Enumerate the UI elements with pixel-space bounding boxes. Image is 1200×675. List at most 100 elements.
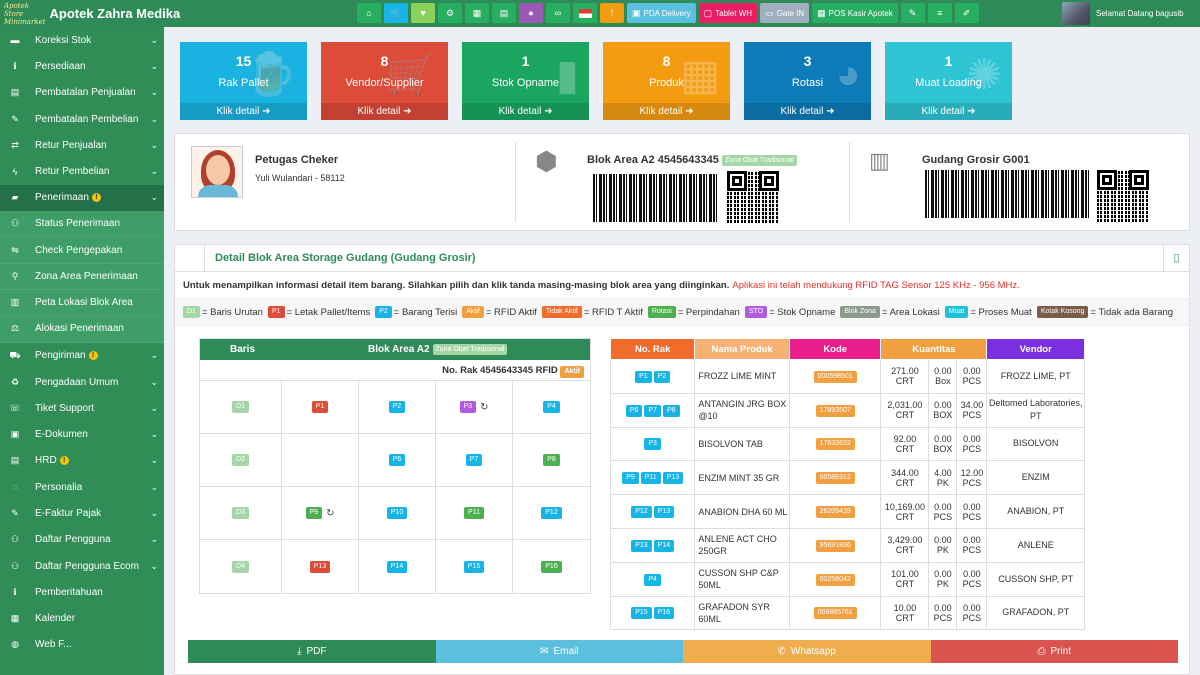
rack-cell[interactable]: P1 [282, 381, 359, 433]
rak-badge[interactable]: P6 [625, 404, 643, 417]
sidebar-item-pengiriman[interactable]: ⛟ Pengiriman! ⌄ [0, 343, 164, 369]
rak-badge[interactable]: P13 [631, 539, 652, 552]
rak-badge[interactable]: P16 [653, 607, 675, 620]
pallet-badge[interactable]: P15 [463, 560, 485, 573]
sidebar-item-retur-pembelian[interactable]: ϟ Retur Pembelian ⌄ [0, 158, 164, 184]
table-row[interactable]: P13 P14 ANLENE ACT CHO 250GR 95691836 3,429.… [609, 527, 1085, 563]
sidebar-item-personalia[interactable]: ◌ Personalia ⌄ [0, 474, 164, 500]
sidebar-item-penerimaan[interactable]: ▰ Penerimaan! ⌄ [0, 184, 164, 212]
pallet-badge[interactable]: P6 [388, 454, 406, 466]
rack-cell[interactable]: P8 [513, 434, 590, 486]
pallet-badge[interactable]: P10 [386, 507, 408, 519]
cart-button[interactable]: 🛒 [384, 3, 408, 23]
pdf-button[interactable]: ⤓ PDF [188, 640, 436, 663]
rack-cell[interactable]: P6 [359, 434, 436, 486]
rack-cell[interactable]: P2 [359, 381, 436, 433]
tile-detail-link[interactable]: Klik detail ➜ [744, 103, 871, 120]
rack-cell[interactable]: D1 [200, 381, 282, 433]
whatsapp-button[interactable]: ✆ Whatsapp [683, 640, 931, 663]
tile-detail-link[interactable]: Klik detail ➜ [603, 103, 730, 120]
sidebar-item-peta-lokasi-blok-area[interactable]: ▥ Peta Lokasi Blok Area [0, 289, 164, 317]
pallet-badge[interactable]: P9 [305, 507, 323, 519]
user-menu[interactable]: Selamat Datang bagusib [1062, 2, 1184, 25]
sidebar-item-kalender[interactable]: ▦ Kalender [0, 606, 164, 632]
sidebar-item-koreksi-stok[interactable]: ▬ Koreksi Stok ⌄ [0, 27, 164, 53]
pallet-badge[interactable]: D1 [232, 401, 249, 413]
sidebar-item-daftar-pengguna[interactable]: ⚇ Daftar Pengguna ⌄ [0, 527, 164, 553]
list-button[interactable]: ≡ [927, 3, 952, 23]
pallet-badge[interactable]: P11 [464, 507, 484, 519]
rak-badge[interactable]: P11 [640, 472, 661, 485]
alert-button[interactable]: ! [600, 3, 624, 23]
column-header[interactable]: Nama Produk [694, 338, 790, 360]
language-button[interactable] [573, 3, 597, 23]
rack-cell[interactable]: P12 [513, 487, 590, 539]
rak-badge[interactable]: P3 [644, 438, 661, 451]
sidebar-item-persediaan[interactable]: ℹ Persediaan ⌄ [0, 53, 164, 79]
tile-produk[interactable]: ▦ 8 Produk Klik detail ➜ [603, 42, 730, 120]
pda-delivery-button[interactable]: ▣ PDA Delivery [627, 3, 696, 23]
column-header[interactable]: No. Rak [609, 338, 696, 360]
rak-badge[interactable]: P1 [635, 370, 652, 383]
sidebar-item-hrd[interactable]: ▤ HRD! ⌄ [0, 448, 164, 474]
table-row[interactable]: P4 CUSSON SHP C&P 50ML 00258042 101.00 CRT 0.… [609, 561, 1085, 597]
home-button[interactable]: ⌂ [357, 3, 381, 23]
sidebar-item-e-dokumen[interactable]: ▣ E-Dokumen ⌄ [0, 421, 164, 447]
pallet-badge[interactable]: D4 [232, 560, 249, 573]
rack-cell[interactable]: P3 ↻ [436, 381, 513, 433]
link-button[interactable]: ∞ [546, 3, 570, 23]
table-row[interactable]: P1 P2 FROZZ LIME MINT 000598501 271.00 CRT 0.0… [609, 359, 1085, 394]
rack-cell[interactable]: D3 [200, 487, 282, 539]
table-row[interactable]: P15 P16 GRAFADON SYR 60ML 008865761 10.00 CRT… [609, 595, 1085, 631]
tile-vendor-supplier[interactable]: 🛒 8 Vendor/Supplier Klik detail ➜ [321, 42, 448, 120]
tile-stok-opname[interactable]: ▮ 1 Stok Opname Klik detail ➜ [462, 42, 589, 120]
rak-badge[interactable]: P15 [631, 607, 652, 620]
rack-cell[interactable]: P16 [513, 540, 590, 593]
table-row[interactable]: P6 P7 P8 ANTANGIN JRG BOX @10 17893507 2,031.… [609, 392, 1085, 428]
tablet-wh-button[interactable]: ▢ Tablet WH [698, 3, 758, 23]
rack-cell[interactable]: P13 [282, 540, 359, 593]
table-row[interactable]: P9 P11 P13 ENZIM MINT 35 GR 00588312 344.00 CR… [609, 460, 1085, 496]
pos-kasir-button[interactable]: ▦ POS Kasir Apotek [812, 3, 898, 23]
sidebar-item-zona-area-penerimaan[interactable]: ⚲ Zona Area Penerimaan [0, 263, 164, 290]
mobile-icon[interactable]: ▯ [1163, 245, 1189, 271]
brand[interactable]: Apotek Store Minimarket Apotek Zahra Med… [0, 0, 180, 27]
pallet-badge[interactable]: P8 [543, 454, 560, 466]
pallet-badge[interactable]: D2 [232, 454, 249, 466]
favorite-button[interactable]: ♥ [411, 3, 435, 23]
rak-badge[interactable]: P14 [653, 539, 675, 552]
rak-badge[interactable]: P13 [653, 506, 675, 519]
column-header[interactable]: Vendor [986, 338, 1085, 360]
tile-muat-loading[interactable]: ✺ 1 Muat Loading Klik detail ➜ [885, 42, 1012, 120]
email-button[interactable]: ✉ Email [435, 640, 683, 663]
rack-cell[interactable]: P11 [436, 487, 513, 539]
rack-cell[interactable]: P14 [359, 540, 436, 593]
rak-badge[interactable]: P9 [622, 472, 639, 485]
pallet-badge[interactable]: P3 [459, 401, 477, 413]
pallet-badge[interactable]: P2 [388, 401, 406, 413]
tile-detail-link[interactable]: Klik detail ➜ [180, 103, 307, 120]
rack-cell[interactable]: P15 [436, 540, 513, 593]
tile-rotasi[interactable]: ◕ 3 Rotasi Klik detail ➜ [744, 42, 871, 120]
rack-cell[interactable] [282, 434, 359, 486]
rack-cell[interactable]: P7 [436, 434, 513, 486]
tools-button[interactable]: ✎ [900, 3, 925, 23]
print-button[interactable]: ⎙ Print [930, 640, 1178, 663]
pallet-badge[interactable]: P1 [311, 401, 329, 413]
gate-in-button[interactable]: ▭ Gate IN [760, 3, 810, 23]
sidebar-item-check-pengepakan[interactable]: ⇋ Check Pengepakan [0, 237, 164, 264]
sidebar-item-e-faktur-pajak[interactable]: ✎ E-Faktur Pajak ⌄ [0, 500, 164, 526]
pallet-badge[interactable]: P13 [309, 560, 331, 573]
rack-cell[interactable]: P9 ↻ [282, 487, 359, 539]
rak-badge[interactable]: P8 [662, 404, 680, 417]
pallet-badge[interactable]: P14 [386, 560, 408, 573]
leaf-button[interactable]: ✐ [954, 3, 979, 23]
pallet-badge[interactable]: P16 [541, 560, 562, 573]
tile-rak-pallet[interactable]: 🍺 15 Rak Pallet Klik detail ➜ [180, 42, 307, 120]
pallet-badge[interactable]: D3 [232, 507, 249, 519]
calendar-button[interactable]: ▤ [492, 3, 516, 23]
chat-button[interactable]: ● [519, 3, 543, 23]
sidebar-item-retur-penjualan[interactable]: ⇄ Retur Penjualan ⌄ [0, 132, 164, 158]
rak-badge[interactable]: P2 [653, 370, 671, 383]
sidebar-item-pembatalan-penjualan[interactable]: ▤ Pembatalan Penjualan ⌄ [0, 80, 164, 106]
